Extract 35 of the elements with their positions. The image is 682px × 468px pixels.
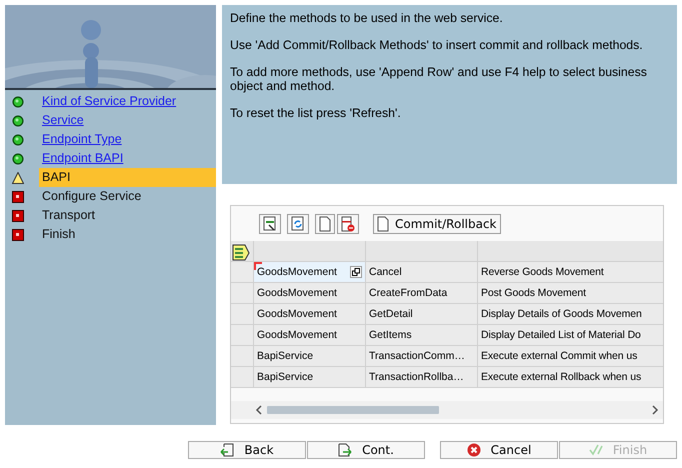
table-cell: Display Detailed List of Material Do [478,325,663,346]
step-link[interactable]: Kind of Service Provider [39,92,216,111]
instruction-text: To reset the list press 'Refresh'. [230,106,402,121]
table-cell: TransactionRollba… [366,367,478,388]
step-label[interactable]: Finish [39,225,216,244]
table-cell[interactable]: BapiService [254,367,366,388]
step-link[interactable]: Service [39,111,216,130]
table-cell[interactable]: GoodsMovement [254,283,366,304]
wizard-button[interactable]: Back [188,441,306,459]
table-cell[interactable]: GoodsMovement [254,325,366,346]
step-link[interactable]: Endpoint BAPI [39,149,216,168]
step-label[interactable]: Transport [39,206,216,225]
table-cell: Cancel [366,262,478,283]
instruction-text: Use 'Add Commit/Rollback Methods' to insert commit and rollback methods. [230,38,644,52]
wizard-button[interactable]: Cont. [307,441,425,459]
table-cell: Post Goods Movement [478,283,663,304]
table-cell: GetDetail [366,304,478,325]
step-label[interactable]: BAPI [39,168,216,187]
wizard-button: Finish [559,441,677,459]
instruction-text: To add more methods, use 'Append Row' and use F4 help to select business object and method. [230,64,648,94]
step-link[interactable]: Endpoint Type [39,130,216,149]
table-cell: TransactionComm… [366,346,478,367]
commit-rollback-button[interactable]: Commit/Rollback [373,214,501,234]
instruction-text: Define the methods to be used in the web service. [230,11,504,26]
table-cell: Display Details of Goods Movemen [478,304,663,325]
table-cell: Execute external Commit when us [478,346,663,367]
table-cell[interactable]: BapiService [254,346,366,367]
table-cell: Reverse Goods Movement [478,262,663,283]
table-cell: GetItems [366,325,478,346]
table-cell: Execute external Rollback when us [478,367,663,388]
table-cell: CreateFromData [366,283,478,304]
wizard-button[interactable]: Cancel [440,441,558,459]
table-cell[interactable]: GoodsMovement [254,262,366,283]
table-cell[interactable]: GoodsMovement [254,304,366,325]
step-label[interactable]: Configure Service [39,187,216,206]
